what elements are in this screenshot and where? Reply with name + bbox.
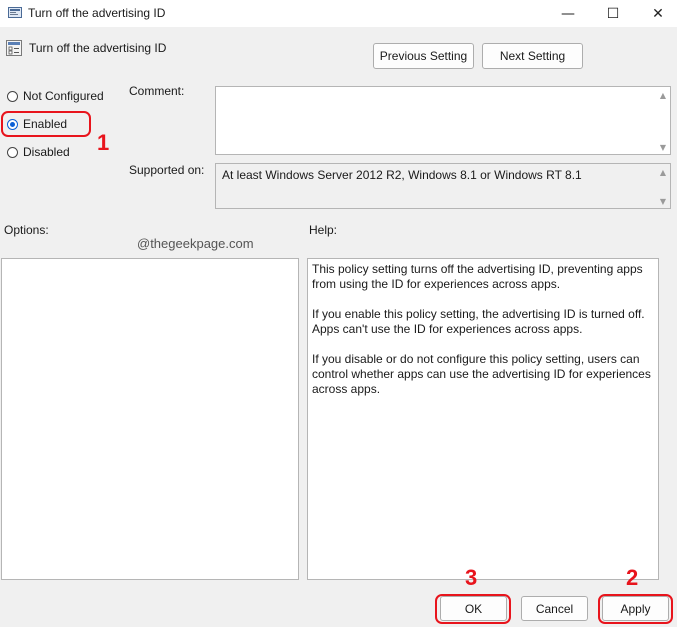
next-setting-button[interactable]: Next Setting <box>482 43 583 69</box>
previous-setting-button[interactable]: Previous Setting <box>373 43 474 69</box>
policy-setting-icon <box>6 40 22 56</box>
options-label: Options: <box>4 223 49 237</box>
cancel-label: Cancel <box>535 601 574 616</box>
scroll-down-icon[interactable]: ▼ <box>660 143 666 152</box>
scroll-down-icon[interactable]: ▼ <box>660 197 666 206</box>
window-title: Turn off the advertising ID <box>28 6 166 20</box>
step-3-label: 3 <box>465 565 478 590</box>
radio-circle <box>7 90 18 102</box>
help-label: Help: <box>309 223 338 237</box>
step-2-label: 2 <box>626 565 639 590</box>
supported-on-label: Supported on: <box>129 163 205 177</box>
policy-window-icon <box>8 7 22 18</box>
help-paragraph: If you enable this policy setting, the a… <box>312 307 645 336</box>
radio-label: Not Configured <box>23 89 104 103</box>
scroll-up-icon[interactable]: ▲ <box>660 168 666 177</box>
comment-textarea[interactable]: ▲ ▼ <box>215 86 671 155</box>
close-button[interactable]: ✕ <box>635 0 677 27</box>
supported-on-box: At least Windows Server 2012 R2, Windows… <box>215 163 671 209</box>
options-pane <box>1 258 299 580</box>
supported-on-value: At least Windows Server 2012 R2, Windows… <box>222 168 582 182</box>
enabled-highlight <box>1 111 91 137</box>
watermark-text: @thegeekpage.com <box>137 236 254 251</box>
apply-highlight <box>598 594 673 624</box>
radio-label: Disabled <box>23 145 70 159</box>
radio-circle <box>7 146 18 158</box>
comment-label: Comment: <box>129 84 185 98</box>
radio-not-configured[interactable]: Not Configured <box>7 87 104 105</box>
ok-highlight <box>435 594 511 624</box>
close-icon: ✕ <box>652 5 664 22</box>
cancel-button[interactable]: Cancel <box>521 596 588 621</box>
minimize-icon: — <box>561 5 575 22</box>
policy-name: Turn off the advertising ID <box>29 41 167 55</box>
radio-disabled[interactable]: Disabled <box>7 143 70 161</box>
help-paragraph: This policy setting turns off the advert… <box>312 262 643 291</box>
minimize-button[interactable]: — <box>545 0 591 27</box>
help-paragraph: If you disable or do not configure this … <box>312 352 651 396</box>
comment-scrollbar[interactable]: ▲ ▼ <box>654 87 670 154</box>
help-text: This policy setting turns off the advert… <box>312 262 652 412</box>
maximize-button[interactable]: ☐ <box>590 0 636 27</box>
step-1-label: 1 <box>97 130 110 155</box>
maximize-icon: ☐ <box>606 5 620 22</box>
scroll-up-icon[interactable]: ▲ <box>660 91 666 100</box>
supported-scrollbar[interactable]: ▲ ▼ <box>654 164 670 208</box>
